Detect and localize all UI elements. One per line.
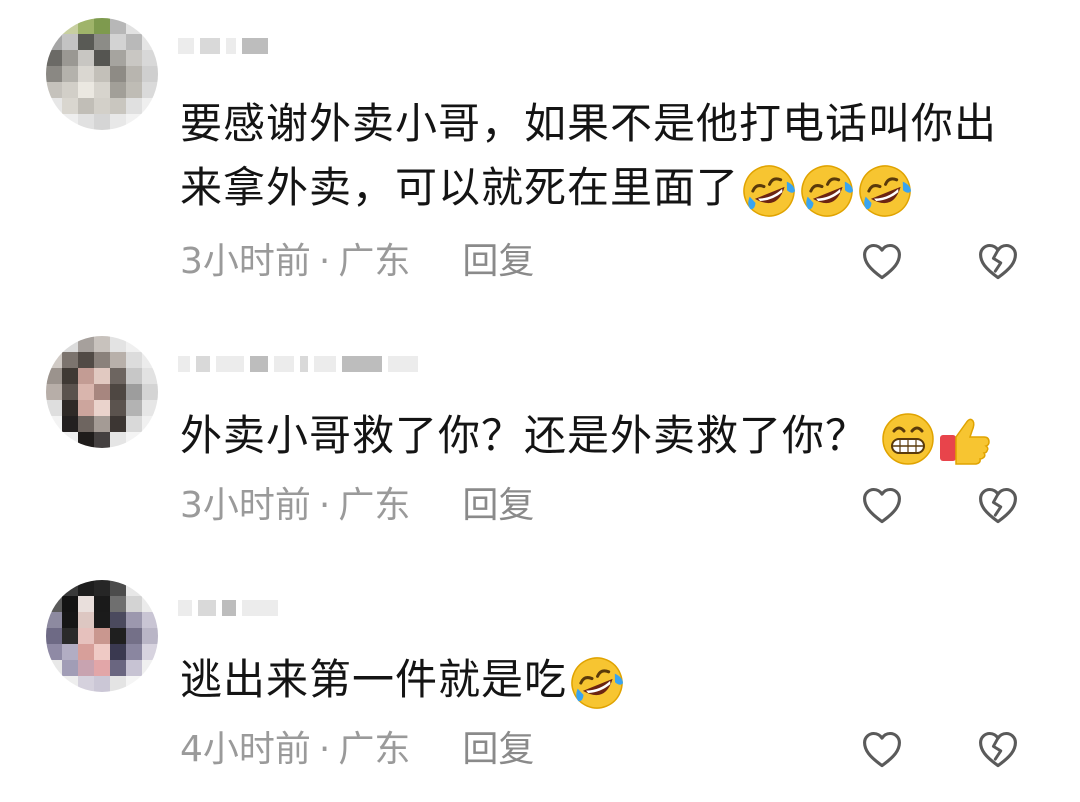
- like-button[interactable]: [858, 726, 906, 774]
- comment-location: 广东: [338, 729, 411, 770]
- meta-separator: ·: [318, 729, 331, 770]
- comment-meta: 4小时前 · 广东 回复: [180, 726, 534, 774]
- emoji-group: [569, 655, 625, 711]
- comment-item: 逃出来第一件就是吃 4小时前 · 广东 回复: [0, 0, 1080, 802]
- broken-heart-outline-icon: [976, 728, 1020, 772]
- comment-time: 4小时前: [180, 729, 311, 770]
- comment-content: 逃出来第一件就是吃: [180, 648, 1010, 712]
- dislike-button[interactable]: [974, 726, 1022, 774]
- rofl-emoji: [569, 655, 625, 711]
- comment-text: 逃出来第一件就是吃: [180, 655, 568, 704]
- reply-button[interactable]: 回复: [462, 726, 534, 774]
- avatar[interactable]: [46, 580, 158, 692]
- heart-outline-icon: [860, 728, 904, 772]
- username-pixelated[interactable]: [178, 596, 278, 620]
